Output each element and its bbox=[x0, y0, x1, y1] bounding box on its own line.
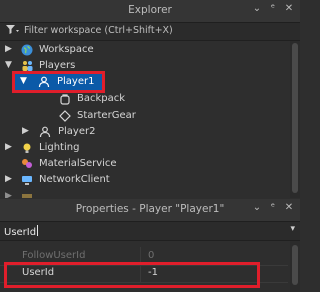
tree-label-players: Players bbox=[39, 60, 76, 71]
explorer-filter[interactable]: Filter workspace (Ctrl+Shift+X) bbox=[0, 23, 300, 41]
expand-arrow-icon[interactable]: ▶ bbox=[5, 174, 15, 184]
explorer-close-icon[interactable]: ✕ bbox=[284, 3, 294, 14]
expand-arrow-icon[interactable]: ▶ bbox=[5, 191, 15, 198]
tree-label-backpack: Backpack bbox=[77, 93, 126, 104]
properties-undock-icon[interactable]: ᵉ bbox=[268, 202, 278, 213]
highlight-box-player1 bbox=[12, 71, 105, 93]
properties-header: Properties - Player "Player1" ⌄ ᵉ ✕ bbox=[0, 199, 300, 222]
highlight-box-userid bbox=[4, 262, 260, 288]
properties-scroll-thumb[interactable] bbox=[292, 245, 298, 285]
tree-item-player2[interactable]: ▶ Player2 bbox=[0, 124, 288, 140]
tree-item-materialservice[interactable]: MaterialService bbox=[0, 156, 288, 172]
tree-item-lighting[interactable]: ▶ Lighting bbox=[0, 140, 288, 156]
properties-menu-icon[interactable]: ⌄ bbox=[252, 202, 262, 213]
properties-search[interactable]: UserId ▾ bbox=[0, 222, 300, 241]
explorer-header: Explorer ⌄ ᵉ ✕ bbox=[0, 0, 300, 23]
filter-icon[interactable] bbox=[5, 24, 19, 39]
tree-item-partial[interactable]: ▶ bbox=[0, 189, 288, 198]
expand-arrow-icon[interactable]: ▶ bbox=[5, 142, 15, 152]
material-icon bbox=[20, 157, 34, 171]
backpack-icon bbox=[58, 92, 72, 106]
network-icon bbox=[20, 173, 34, 187]
folder-icon bbox=[20, 190, 34, 198]
expand-arrow-icon[interactable]: ▶ bbox=[5, 44, 15, 54]
globe-icon bbox=[20, 43, 34, 57]
text-caret bbox=[37, 225, 39, 236]
bulb-icon bbox=[20, 141, 34, 155]
tree-label-player2: Player2 bbox=[58, 126, 96, 137]
properties-search-input[interactable]: UserId bbox=[4, 225, 39, 238]
explorer-scroll-thumb[interactable] bbox=[292, 43, 298, 193]
tree-item-backpack[interactable]: Backpack bbox=[0, 91, 288, 107]
tree-label-materialservice: MaterialService bbox=[39, 158, 117, 169]
search-value: UserId bbox=[4, 227, 37, 238]
properties-controls: ⌄ ᵉ ✕ bbox=[252, 202, 294, 213]
person-icon bbox=[38, 125, 52, 139]
explorer-menu-icon[interactable]: ⌄ bbox=[252, 3, 262, 14]
property-name: FollowUserId bbox=[22, 250, 86, 261]
tree-item-workspace[interactable]: ▶ Workspace bbox=[0, 42, 288, 58]
tree-label-startergear: StarterGear bbox=[77, 110, 136, 121]
chevron-down-icon[interactable]: ▾ bbox=[290, 224, 295, 234]
tree-label-lighting: Lighting bbox=[39, 142, 80, 153]
tree-label-networkclient: NetworkClient bbox=[39, 174, 110, 185]
properties-close-icon[interactable]: ✕ bbox=[284, 202, 294, 213]
explorer-undock-icon[interactable]: ᵉ bbox=[268, 3, 278, 14]
explorer-scrollbar[interactable] bbox=[290, 41, 300, 198]
tree-item-networkclient[interactable]: ▶ NetworkClient bbox=[0, 172, 288, 188]
diamond-icon bbox=[58, 109, 72, 123]
expand-arrow-icon[interactable]: ▶ bbox=[22, 126, 32, 136]
filter-input[interactable]: Filter workspace (Ctrl+Shift+X) bbox=[24, 25, 173, 36]
explorer-tree: ▶ Workspace ▼ Players ▼ Player1 Backpack… bbox=[0, 41, 288, 198]
properties-scrollbar[interactable] bbox=[290, 241, 300, 292]
collapse-arrow-icon[interactable]: ▼ bbox=[5, 60, 15, 70]
property-value: 0 bbox=[148, 250, 155, 261]
tree-label-workspace: Workspace bbox=[39, 44, 94, 55]
tree-item-startergear[interactable]: StarterGear bbox=[0, 108, 288, 124]
explorer-controls: ⌄ ᵉ ✕ bbox=[252, 3, 294, 14]
